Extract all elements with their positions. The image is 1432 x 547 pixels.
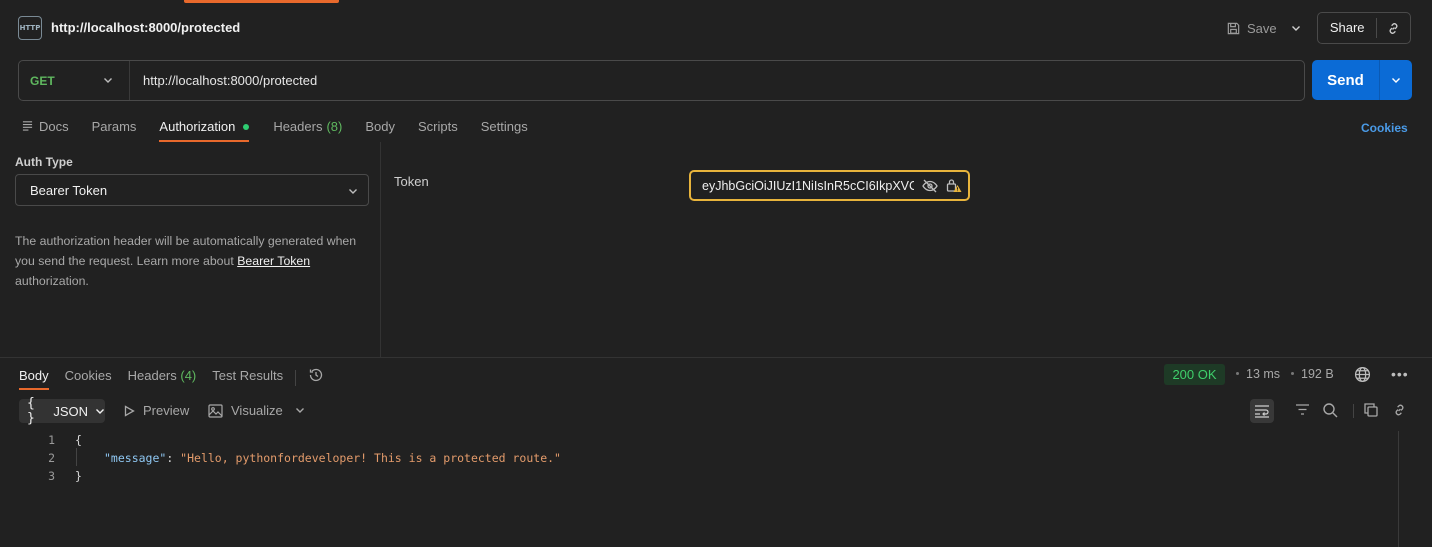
tab-label: Headers xyxy=(127,368,177,383)
indent-guide xyxy=(76,448,77,466)
response-format-select[interactable]: { } JSON xyxy=(19,396,105,426)
status-dot xyxy=(243,124,250,130)
json-colon: : xyxy=(166,451,181,465)
auth-description: The authorization header will be automat… xyxy=(15,231,370,291)
auth-type-select[interactable]: Bearer Token xyxy=(15,174,369,206)
response-time[interactable]: 13 ms xyxy=(1246,367,1280,381)
docs-icon xyxy=(22,120,33,134)
chevron-down-icon xyxy=(348,184,358,199)
response-size[interactable]: 192 B xyxy=(1301,367,1334,381)
toolbar-separator xyxy=(1353,404,1354,418)
tab-headers[interactable]: Headers (8) xyxy=(273,112,342,142)
url-bar: GET xyxy=(18,60,1305,101)
visualize-chevron-icon[interactable] xyxy=(295,403,305,417)
line-content: "message": "Hello, pythonfordeveloper! T… xyxy=(104,451,561,465)
json-key: "message" xyxy=(104,451,167,465)
editor-scrollbar[interactable] xyxy=(1398,431,1412,547)
visualize-label: Visualize xyxy=(231,403,283,418)
token-label: Token xyxy=(394,174,429,189)
tab-settings[interactable]: Settings xyxy=(481,112,528,142)
tab-count: (4) xyxy=(180,368,197,383)
share-button-group: Share xyxy=(1317,12,1411,44)
save-options-chevron-icon[interactable] xyxy=(1287,14,1305,42)
preview-button[interactable]: Preview xyxy=(123,403,189,418)
tab-label: Docs xyxy=(39,119,69,134)
auth-desc-text-end: authorization. xyxy=(15,274,89,288)
more-options-icon[interactable]: ••• xyxy=(1391,366,1409,382)
auth-type-label: Auth Type xyxy=(15,155,73,169)
method-select[interactable]: GET xyxy=(19,61,130,100)
tab-body[interactable]: Body xyxy=(365,112,395,142)
image-icon xyxy=(208,403,223,418)
token-value: eyJhbGciOiJIUzI1NiIsInR5cCI6IkpXVC xyxy=(702,178,914,193)
tab-label: Authorization xyxy=(159,119,236,134)
history-icon[interactable] xyxy=(308,367,324,383)
meta-separator xyxy=(1291,372,1294,375)
request-tabs: Docs Params Authorization Headers (8) Bo… xyxy=(22,112,551,142)
save-button[interactable]: Save xyxy=(1226,14,1277,42)
copy-link-icon[interactable] xyxy=(1377,21,1410,36)
send-options-chevron-icon[interactable] xyxy=(1380,75,1412,85)
share-button[interactable]: Share xyxy=(1318,18,1378,38)
send-button[interactable]: Send xyxy=(1312,72,1379,89)
tab-params[interactable]: Params xyxy=(92,112,137,142)
tab-label: Headers xyxy=(273,119,323,134)
line-number: 3 xyxy=(48,469,55,483)
response-tab-headers[interactable]: Headers (4) xyxy=(128,360,197,390)
response-tab-cookies[interactable]: Cookies xyxy=(65,360,112,390)
search-icon[interactable] xyxy=(1322,402,1338,418)
meta-separator xyxy=(1236,372,1239,375)
auth-type-panel: Auth Type Bearer Token The authorization… xyxy=(0,142,381,357)
save-icon xyxy=(1226,21,1241,36)
send-button-group: Send xyxy=(1312,60,1412,100)
tab-separator xyxy=(295,370,297,386)
token-input[interactable]: eyJhbGciOiJIUzI1NiIsInR5cCI6IkpXVC xyxy=(689,170,970,201)
status-badge[interactable]: 200 OK xyxy=(1164,364,1225,385)
wrap-lines-icon[interactable] xyxy=(1250,399,1274,423)
lock-warning-icon[interactable] xyxy=(946,178,962,193)
bearer-token-link[interactable]: Bearer Token xyxy=(237,254,310,268)
request-name[interactable]: http://localhost:8000/protected xyxy=(51,20,240,35)
link-icon[interactable] xyxy=(1392,402,1407,418)
filter-icon[interactable] xyxy=(1295,402,1310,418)
play-icon xyxy=(123,404,135,417)
request-title-row: HTTP http://localhost:8000/protected Sav… xyxy=(0,0,1432,56)
response-tab-body[interactable]: Body xyxy=(19,360,49,390)
json-braces-icon: { } xyxy=(27,396,35,426)
tab-label: Scripts xyxy=(417,119,458,134)
globe-icon[interactable] xyxy=(1354,366,1371,383)
visualize-button[interactable]: Visualize xyxy=(208,403,283,418)
tab-count: (8) xyxy=(326,119,343,134)
json-string-value: "Hello, pythonfordeveloper! This is a pr… xyxy=(180,451,561,465)
copy-icon[interactable] xyxy=(1363,402,1379,418)
save-label: Save xyxy=(1247,20,1277,36)
code-line: 1 { xyxy=(0,431,1398,449)
format-label: JSON xyxy=(53,403,88,419)
auth-type-value: Bearer Token xyxy=(30,182,108,198)
chevron-down-icon xyxy=(95,406,105,416)
cookies-link[interactable]: Cookies xyxy=(1361,121,1408,135)
code-line: 3 } xyxy=(0,467,1398,485)
preview-label: Preview xyxy=(143,403,190,418)
tab-scripts[interactable]: Scripts xyxy=(418,112,458,142)
tab-docs[interactable]: Docs xyxy=(22,112,69,142)
code-line: 2 "message": "Hello, pythonfordeveloper!… xyxy=(0,449,1398,467)
eye-off-icon[interactable] xyxy=(922,179,938,193)
http-icon: HTTP xyxy=(18,16,42,40)
tab-label: Params xyxy=(91,119,137,134)
url-input[interactable] xyxy=(130,61,1304,100)
chevron-down-icon xyxy=(103,73,113,88)
panel-divider xyxy=(0,357,1432,358)
response-tabs: Body Cookies Headers (4) Test Results xyxy=(19,360,324,390)
tab-label: Settings xyxy=(480,119,528,134)
response-tab-test-results[interactable]: Test Results xyxy=(212,360,283,390)
line-content: { xyxy=(75,433,82,447)
tab-label: Body xyxy=(365,119,395,134)
line-content: } xyxy=(75,469,82,483)
line-number: 2 xyxy=(48,451,55,465)
response-body-editor[interactable]: 1 { 2 "message": "Hello, pythonfordevelo… xyxy=(0,431,1398,547)
tab-authorization[interactable]: Authorization xyxy=(159,112,250,142)
line-number: 1 xyxy=(48,433,55,447)
method-label: GET xyxy=(30,73,55,88)
